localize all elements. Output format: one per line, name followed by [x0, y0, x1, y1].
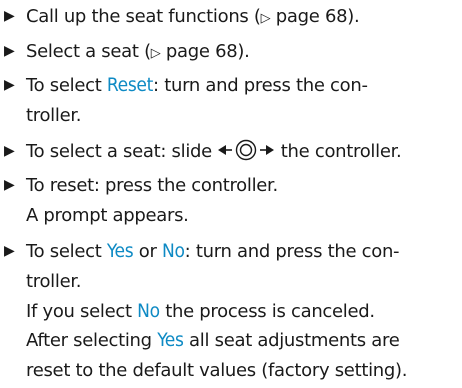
bullet-icon: ▶: [4, 43, 15, 59]
step-text: To select a seat: slide the controller.: [26, 139, 402, 162]
bullet-icon: ▶: [4, 8, 15, 24]
step-text-continued: troller.: [26, 105, 82, 126]
page-reference: page 68: [270, 6, 348, 27]
step-select-reset: ▶ To select Reset: turn and press the co…: [0, 70, 462, 132]
page-reference: page 68: [160, 41, 238, 62]
step-result: If you select No the process is canceled…: [26, 300, 375, 322]
keyword-no: No: [162, 240, 185, 262]
slide-left-right-controller-icon: [218, 139, 275, 161]
step-text: To reset: press the controller.: [26, 175, 278, 196]
keyword-yes: Yes: [157, 329, 184, 351]
page-reference-icon: ▷: [150, 46, 161, 61]
step-text: To select Yes or No: turn and press the …: [26, 240, 400, 262]
step-result: A prompt appears.: [26, 205, 189, 226]
manual-page: ▶ Call up the seat functions (▷ page 68)…: [0, 0, 462, 388]
step-text: To select Reset: turn and press the con-: [26, 74, 368, 96]
step-text-continued: troller.: [26, 271, 82, 292]
keyword-no: No: [137, 300, 160, 322]
result-paragraph: After selecting Yes all seat adjustments…: [26, 329, 400, 351]
bullet-icon: ▶: [4, 143, 15, 159]
bullet-icon: ▶: [4, 77, 15, 93]
step-reset: ▶ To reset: press the controller. A prom…: [0, 170, 462, 232]
result-paragraph-continued: reset to the default values (factory set…: [26, 360, 408, 381]
bullet-icon: ▶: [4, 177, 15, 193]
step-text: Select a seat (▷ page 68).: [26, 36, 250, 69]
page-reference-icon: ▷: [260, 11, 271, 26]
bullet-icon: ▶: [4, 243, 15, 259]
step-select-yes-no: ▶ To select Yes or No: turn and press th…: [0, 236, 462, 328]
step-text: Call up the seat functions (▷ page 68).: [26, 1, 360, 34]
keyword-reset: Reset: [106, 74, 154, 96]
keyword-yes: Yes: [106, 240, 134, 262]
